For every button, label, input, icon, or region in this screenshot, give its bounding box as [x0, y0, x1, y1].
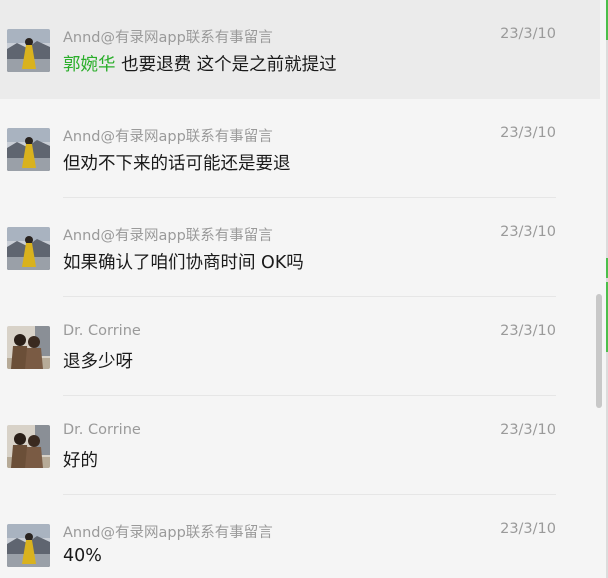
message-time: 23/3/10	[500, 422, 556, 438]
message-text: 40%	[63, 546, 102, 566]
mention-link[interactable]: 郭婉华	[63, 55, 116, 75]
message-sender[interactable]: Dr. Corrine	[63, 422, 141, 438]
message-item[interactable]: Annd@有录网app联系有事留言 23/3/10 40%	[0, 495, 600, 578]
avatar-two-people-icon	[7, 326, 50, 369]
message-sender[interactable]: Annd@有录网app联系有事留言	[63, 521, 273, 542]
avatar[interactable]	[7, 128, 50, 171]
message-text: 但劝不下来的话可能还是要退	[63, 154, 291, 174]
message-text: 如果确认了咱们协商时间 OK吗	[63, 253, 304, 273]
message-text: 退多少呀	[63, 352, 133, 372]
message-text: 郭婉华 也要退费 这个是之前就提过	[63, 51, 337, 76]
message-sender[interactable]: Annd@有录网app联系有事留言	[63, 224, 273, 245]
scrollbar-thumb[interactable]	[596, 294, 602, 408]
message-text: 好的	[63, 451, 98, 471]
avatar-yellow-dress-icon	[7, 128, 50, 171]
message-item[interactable]: Annd@有录网app联系有事留言 23/3/10 郭婉华 也要退费 这个是之前…	[0, 0, 600, 99]
message-time: 23/3/10	[500, 521, 556, 537]
message-sender[interactable]: Annd@有录网app联系有事留言	[63, 26, 273, 47]
avatar-yellow-dress-icon	[7, 29, 50, 72]
message-time: 23/3/10	[500, 224, 556, 240]
avatar-yellow-dress-icon	[7, 227, 50, 270]
avatar[interactable]	[7, 326, 50, 369]
avatar[interactable]	[7, 524, 50, 567]
avatar[interactable]	[7, 29, 50, 72]
message-item[interactable]: Annd@有录网app联系有事留言 23/3/10 如果确认了咱们协商时间 OK…	[0, 198, 600, 297]
message-item[interactable]: Dr. Corrine 23/3/10 退多少呀	[0, 297, 600, 396]
message-item[interactable]: Annd@有录网app联系有事留言 23/3/10 但劝不下来的话可能还是要退	[0, 99, 600, 198]
avatar-yellow-dress-icon	[7, 524, 50, 567]
avatar[interactable]	[7, 425, 50, 468]
message-text-body: 也要退费 这个是之前就提过	[115, 55, 337, 75]
scrollbar[interactable]	[596, 0, 604, 578]
message-sender[interactable]: Annd@有录网app联系有事留言	[63, 125, 273, 146]
avatar[interactable]	[7, 227, 50, 270]
chat-history-panel: Annd@有录网app联系有事留言 23/3/10 郭婉华 也要退费 这个是之前…	[0, 0, 608, 578]
message-sender[interactable]: Dr. Corrine	[63, 323, 141, 339]
message-item[interactable]: Dr. Corrine 23/3/10 好的	[0, 396, 600, 495]
avatar-two-people-icon	[7, 425, 50, 468]
message-time: 23/3/10	[500, 26, 556, 42]
message-time: 23/3/10	[500, 125, 556, 141]
message-time: 23/3/10	[500, 323, 556, 339]
